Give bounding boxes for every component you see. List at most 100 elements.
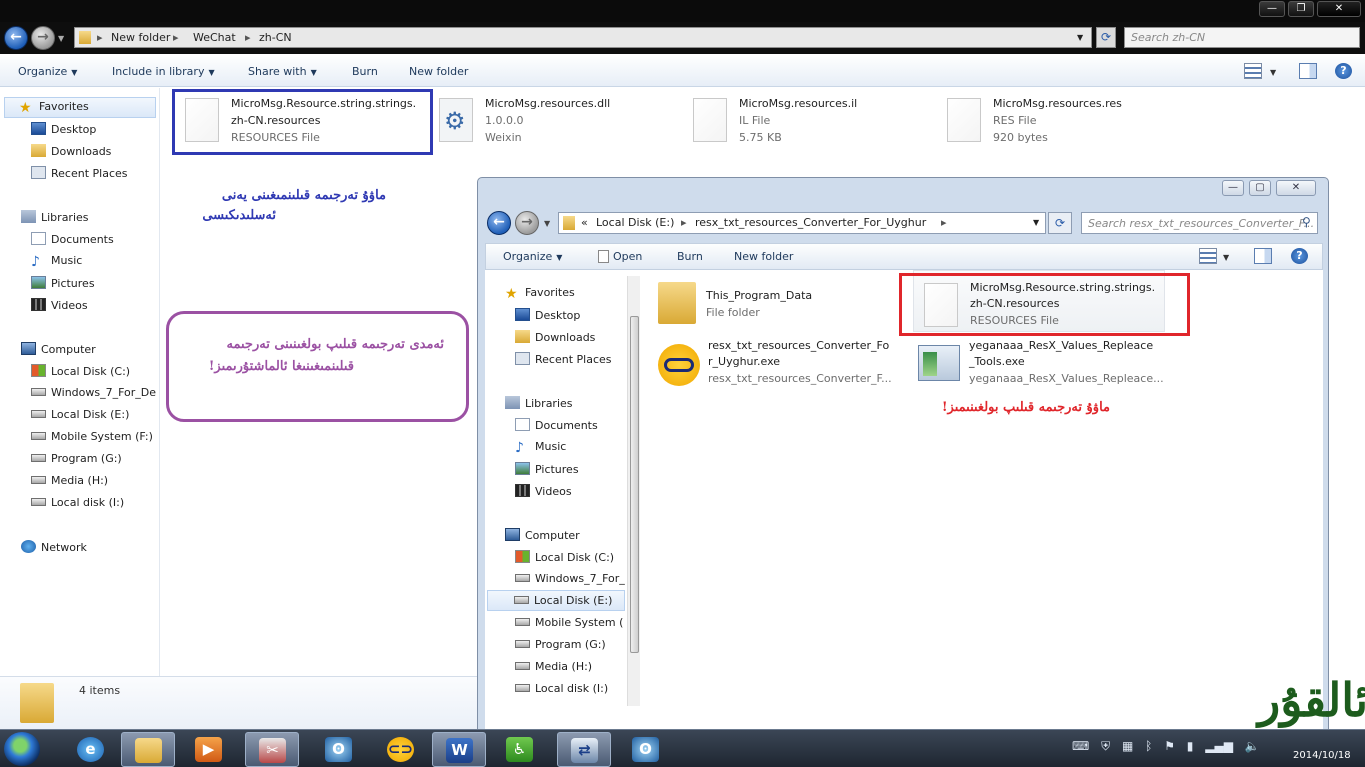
new-folder-button[interactable]: New folder xyxy=(409,65,468,78)
nav-drive-i[interactable]: Local disk (I:) xyxy=(31,496,124,509)
nav-drive-g[interactable]: Program (G:) xyxy=(31,452,122,465)
include-in-library-button[interactable]: Include in library ▼ xyxy=(112,65,215,78)
taskbar-owl-app[interactable]: ʘ xyxy=(312,732,366,767)
minimize-button[interactable]: — xyxy=(1222,180,1244,196)
nav-drive-c[interactable]: Local Disk (C:) xyxy=(31,364,130,378)
nav-drive-f[interactable]: Mobile System ( xyxy=(515,616,627,629)
tray-volume-icon[interactable]: 🔈 xyxy=(1245,739,1260,753)
nav-downloads[interactable]: Downloads xyxy=(515,330,595,344)
nav-drive-e[interactable]: Local Disk (E:) xyxy=(487,590,625,611)
refresh-icon[interactable]: ⟳ xyxy=(1096,27,1116,48)
breadcrumb-item[interactable]: New folder xyxy=(111,31,170,44)
breadcrumb-overflow[interactable]: « xyxy=(581,216,588,229)
nav-pictures[interactable]: Pictures xyxy=(31,276,95,290)
nav-videos[interactable]: Videos xyxy=(515,484,572,498)
nav-recent-places[interactable]: Recent Places xyxy=(31,166,128,180)
scrollbar-thumb[interactable] xyxy=(630,316,639,653)
back-button[interactable]: ← xyxy=(4,26,28,50)
organize-button[interactable]: Organize ▼ xyxy=(503,250,562,263)
nav-drive-h[interactable]: Media (H:) xyxy=(515,660,592,673)
taskbar-owl-app-2[interactable]: ʘ xyxy=(619,732,673,767)
view-options-icon[interactable] xyxy=(1199,248,1217,264)
nav-computer[interactable]: Computer xyxy=(21,342,96,356)
nav-pictures[interactable]: Pictures xyxy=(515,462,579,476)
file-item[interactable]: MicroMsg.resources.res RES File 920 byte… xyxy=(935,90,1175,146)
tray-flag-icon[interactable]: ⚑ xyxy=(1164,739,1175,753)
nav-scrollbar[interactable] xyxy=(627,276,640,706)
nav-videos[interactable]: Videos xyxy=(31,298,88,312)
taskbar-media-player[interactable]: ▶ xyxy=(182,732,236,767)
file-item[interactable]: resx_txt_resources_Converter_Fo r_Uyghur… xyxy=(650,334,900,390)
system-tray[interactable]: ⌨ ⛨ ▦ ᛒ ⚑ ▮ ▂▄▆ 🔈 xyxy=(1072,739,1260,754)
nav-drive-i[interactable]: Local disk (I:) xyxy=(515,682,608,695)
nav-drive-g[interactable]: Program (G:) xyxy=(515,638,606,651)
help-icon[interactable]: ? xyxy=(1335,63,1352,79)
nav-drive-f[interactable]: Mobile System (F:) xyxy=(31,430,153,443)
organize-button[interactable]: Organize ▼ xyxy=(18,65,77,78)
taskbar-accessibility[interactable]: ♿ xyxy=(493,732,547,767)
search-input[interactable]: Search zh-CN xyxy=(1124,27,1360,48)
nav-desktop[interactable]: Desktop xyxy=(515,308,580,322)
taskbar-paint-tool[interactable]: ✂ xyxy=(245,732,299,767)
taskbar-word[interactable]: W xyxy=(432,732,486,767)
taskbar-explorer[interactable] xyxy=(121,732,175,767)
preview-pane-icon[interactable] xyxy=(1254,248,1272,264)
nav-favorites[interactable]: ★ Favorites xyxy=(505,286,575,301)
tray-power-icon[interactable]: ▮ xyxy=(1187,739,1194,753)
nav-documents[interactable]: Documents xyxy=(515,418,598,432)
preview-pane-icon[interactable] xyxy=(1299,63,1317,79)
breadcrumb-item[interactable]: WeChat xyxy=(193,31,236,44)
nav-computer[interactable]: Computer xyxy=(505,528,580,542)
nav-music[interactable]: ♪ Music xyxy=(31,254,82,269)
open-button[interactable]: Open xyxy=(598,250,642,263)
nav-downloads[interactable]: Downloads xyxy=(31,144,111,158)
nav-recent-places[interactable]: Recent Places xyxy=(515,352,612,366)
tray-security-icon[interactable]: ⛨ xyxy=(1101,739,1110,753)
chevron-down-icon[interactable]: ▼ xyxy=(1077,33,1083,42)
tray-bluetooth-icon[interactable]: ᛒ xyxy=(1145,739,1152,753)
new-folder-button[interactable]: New folder xyxy=(734,250,793,263)
nav-drive-e[interactable]: Local Disk (E:) xyxy=(31,408,129,421)
maximize-button[interactable]: ❐ xyxy=(1288,1,1314,17)
address-bar[interactable]: « Local Disk (E:) ▸ resx_txt_resources_C… xyxy=(558,212,1046,234)
close-button[interactable]: ✕ xyxy=(1317,1,1361,17)
tray-keyboard-icon[interactable]: ⌨ xyxy=(1072,739,1089,753)
taskbar-converter-app[interactable]: ⊂⊃ xyxy=(374,732,428,767)
back-button[interactable]: ← xyxy=(487,211,511,235)
nav-libraries[interactable]: Libraries xyxy=(21,210,89,224)
start-button[interactable] xyxy=(4,732,40,766)
nav-network[interactable]: Network xyxy=(21,540,87,554)
close-button[interactable]: ✕ xyxy=(1276,180,1316,196)
chevron-down-icon[interactable]: ▼ xyxy=(1033,218,1039,227)
folder-item[interactable]: This_Program_Data File folder xyxy=(650,270,885,326)
nav-libraries[interactable]: Libraries xyxy=(505,396,573,410)
forward-button[interactable]: → xyxy=(515,211,539,235)
maximize-button[interactable]: ▢ xyxy=(1249,180,1271,196)
share-with-button[interactable]: Share with ▼ xyxy=(248,65,317,78)
recent-pages-dropdown[interactable]: ▼ xyxy=(58,34,64,43)
help-icon[interactable]: ? xyxy=(1291,248,1308,264)
taskbar-resx-tool[interactable]: ⇄ xyxy=(557,732,611,767)
chevron-down-icon[interactable]: ▼ xyxy=(1270,68,1276,77)
nav-music[interactable]: ♪ Music xyxy=(515,440,566,455)
file-item[interactable]: yeganaaa_ResX_Values_Replеace _Tools.exe… xyxy=(913,334,1164,390)
address-bar[interactable]: ▸ New folder ▸ WeChat ▸ zh-CN ▼ xyxy=(74,27,1092,48)
breadcrumb-item[interactable]: resx_txt_resources_Converter_For_Uyghur xyxy=(695,216,926,229)
breadcrumb-item[interactable]: Local Disk (E:) xyxy=(596,216,674,229)
tray-signal-icon[interactable]: ▂▄▆ xyxy=(1205,739,1233,753)
forward-button[interactable]: → xyxy=(31,26,55,50)
nav-drive-h[interactable]: Media (H:) xyxy=(31,474,108,487)
nav-documents[interactable]: Documents xyxy=(31,232,114,246)
view-options-icon[interactable] xyxy=(1244,63,1262,79)
refresh-icon[interactable]: ⟳ xyxy=(1048,212,1072,234)
breadcrumb-item[interactable]: zh-CN xyxy=(259,31,292,44)
nav-drive-c[interactable]: Local Disk (C:) xyxy=(515,550,614,564)
tray-network-icon[interactable]: ▦ xyxy=(1122,739,1133,753)
nav-desktop[interactable]: Desktop xyxy=(31,122,96,136)
nav-favorites[interactable]: ★ Favorites xyxy=(4,97,156,118)
burn-button[interactable]: Burn xyxy=(677,250,703,263)
file-item[interactable]: MicroMsg.resources.il IL File 5.75 KB xyxy=(681,90,921,146)
nav-drive-d[interactable]: Windows_7_For_De xyxy=(31,386,159,399)
search-input[interactable]: Search resx_txt_resources_Converter_F... xyxy=(1081,212,1318,234)
nav-drive-d[interactable]: Windows_7_For_ xyxy=(515,572,627,585)
